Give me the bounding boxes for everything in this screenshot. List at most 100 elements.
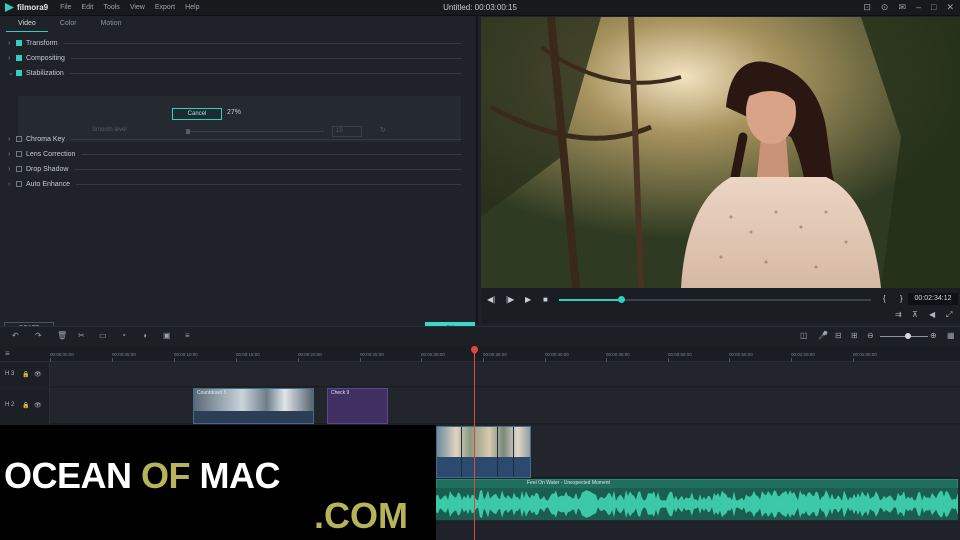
zoom-out-icon[interactable]: ⊖ — [867, 331, 874, 340]
ruler-tick — [853, 358, 854, 362]
cut-icon[interactable]: ✂ — [78, 331, 85, 340]
property-auto-enhance[interactable]: › Auto Enhance — [8, 177, 461, 191]
property-compositing[interactable]: › Compositing — [8, 51, 461, 65]
notification-icon[interactable]: ✉ — [898, 2, 906, 13]
chevron-down-icon[interactable]: ⌄ — [8, 69, 16, 77]
ruler-label: 00:00:00:00 — [50, 352, 74, 357]
ruler-tick — [729, 358, 730, 362]
property-stabilization[interactable]: ⌄ Stabilization — [8, 66, 461, 80]
divider — [81, 153, 461, 155]
add-track-icon[interactable]: ≡ — [5, 349, 10, 358]
play-icon[interactable]: ▶ — [525, 295, 531, 304]
menu-file[interactable]: File — [60, 4, 71, 11]
menu-help[interactable]: Help — [185, 4, 199, 11]
ruler-label: 00:00:30:00 — [421, 352, 445, 357]
tab-motion[interactable]: Motion — [89, 18, 134, 32]
audio-waveform[interactable] — [436, 488, 958, 520]
audio-clip-label: Feel On Water - Unexpected Moment — [527, 480, 610, 486]
chroma-key-checkbox[interactable] — [16, 136, 22, 142]
audio-adjust-icon[interactable]: ≡ — [185, 331, 190, 340]
divider — [74, 168, 461, 170]
color-icon[interactable]: ◑ — [142, 331, 147, 340]
track-lane-2[interactable] — [50, 388, 960, 424]
tab-video[interactable]: Video — [6, 18, 48, 32]
volume-icon[interactable]: ◀ — [929, 310, 935, 319]
fullscreen-icon[interactable]: ⤢ — [946, 310, 952, 320]
playhead-line[interactable] — [474, 348, 475, 540]
speed-icon[interactable]: ◔ — [121, 331, 126, 340]
ruler-label: 00:00:25:00 — [360, 352, 384, 357]
green-screen-icon[interactable]: ▣ — [163, 331, 171, 340]
chevron-right-icon[interactable]: › — [8, 55, 16, 62]
chevron-right-icon[interactable]: › — [8, 181, 16, 188]
stop-icon[interactable]: ■ — [543, 295, 548, 304]
undo-icon[interactable]: ↶ — [12, 331, 19, 340]
divider — [70, 57, 461, 59]
ruler-tick — [791, 358, 792, 362]
property-drop-shadow[interactable]: › Drop Shadow — [8, 162, 461, 176]
property-lens-correction[interactable]: › Lens Correction — [8, 147, 461, 161]
mixer-icon[interactable]: ⊟ — [835, 331, 842, 340]
stabilization-checkbox[interactable] — [16, 70, 22, 76]
transform-checkbox[interactable] — [16, 40, 22, 46]
playback-progress-handle[interactable] — [618, 296, 626, 303]
close-icon[interactable]: ✕ — [946, 2, 954, 13]
marker-icon[interactable]: ⊞ — [851, 331, 858, 340]
ruler-tick — [112, 358, 113, 362]
menu-view[interactable]: View — [130, 4, 145, 11]
watermark-text: OCEAN OF MAC — [4, 455, 281, 497]
cancel-button[interactable]: Cancel — [172, 108, 222, 120]
zoom-in-icon[interactable]: ⊕ — [930, 331, 937, 340]
timeline-clip[interactable]: Check 9 — [327, 388, 388, 424]
lock-icon[interactable]: 🔒 — [22, 371, 29, 378]
ruler-tick — [483, 358, 484, 362]
ruler-label: 00:00:05:00 — [112, 352, 136, 357]
ruler-tick — [236, 358, 237, 362]
eye-icon[interactable]: 👁 — [34, 402, 42, 409]
track-lane-3[interactable] — [50, 363, 960, 387]
timeline-settings-icon[interactable]: ▦ — [947, 331, 955, 340]
chevron-right-icon[interactable]: › — [8, 151, 16, 158]
lock-icon[interactable]: 🔒 — [22, 402, 29, 409]
voiceover-icon[interactable]: 🎤 — [818, 331, 828, 340]
ruler-label: 00:00:55:00 — [729, 352, 753, 357]
ruler-tick — [545, 358, 546, 362]
user-icon[interactable]: ⊙ — [881, 2, 889, 13]
step-back-icon[interactable]: |▶ — [506, 295, 514, 304]
delete-icon[interactable]: 🗑 — [57, 331, 67, 340]
timeline-ruler[interactable]: ≡ 00:00:00:00 00:00:05:00 00:00:10:00 00… — [0, 346, 960, 362]
ruler-tick — [606, 358, 607, 362]
render-preview-icon[interactable]: ⇉ — [895, 310, 902, 319]
purchase-icon[interactable]: ⊡ — [863, 2, 871, 13]
minimize-icon[interactable]: – — [916, 2, 921, 13]
divider — [63, 42, 461, 44]
chevron-right-icon[interactable]: › — [8, 166, 16, 173]
menu-tools[interactable]: Tools — [103, 4, 119, 11]
zoom-handle[interactable] — [905, 333, 911, 339]
menu-edit[interactable]: Edit — [81, 4, 93, 11]
eye-icon[interactable]: 👁 — [34, 371, 42, 378]
property-chroma-key[interactable]: › Chroma Key — [8, 132, 461, 146]
zoom-slider[interactable] — [880, 336, 928, 337]
property-transform[interactable]: › Transform — [8, 36, 461, 50]
ruler-tick — [668, 358, 669, 362]
menu-export[interactable]: Export — [155, 4, 175, 11]
render-icon[interactable]: ◫ — [800, 331, 808, 340]
timeline-clip[interactable]: Countdown 5 — [193, 388, 314, 424]
auto-enhance-checkbox[interactable] — [16, 181, 22, 187]
lens-correction-checkbox[interactable] — [16, 151, 22, 157]
maximize-icon[interactable]: □ — [931, 2, 936, 13]
mark-in-out-icon[interactable]: { } — [883, 294, 909, 303]
chevron-right-icon[interactable]: › — [8, 136, 16, 143]
redo-icon[interactable]: ↷ — [35, 331, 42, 340]
compositing-checkbox[interactable] — [16, 55, 22, 61]
timeline-clip[interactable] — [436, 426, 531, 478]
crop-icon[interactable]: ▭ — [99, 331, 107, 340]
ruler-label: 00:00:45:00 — [606, 352, 630, 357]
snapshot-icon[interactable]: ⊼ — [912, 310, 918, 319]
chevron-right-icon[interactable]: › — [8, 40, 16, 47]
ruler-tick — [421, 358, 422, 362]
previous-frame-icon[interactable]: ◀| — [487, 295, 495, 304]
tab-color[interactable]: Color — [48, 18, 89, 32]
drop-shadow-checkbox[interactable] — [16, 166, 22, 172]
